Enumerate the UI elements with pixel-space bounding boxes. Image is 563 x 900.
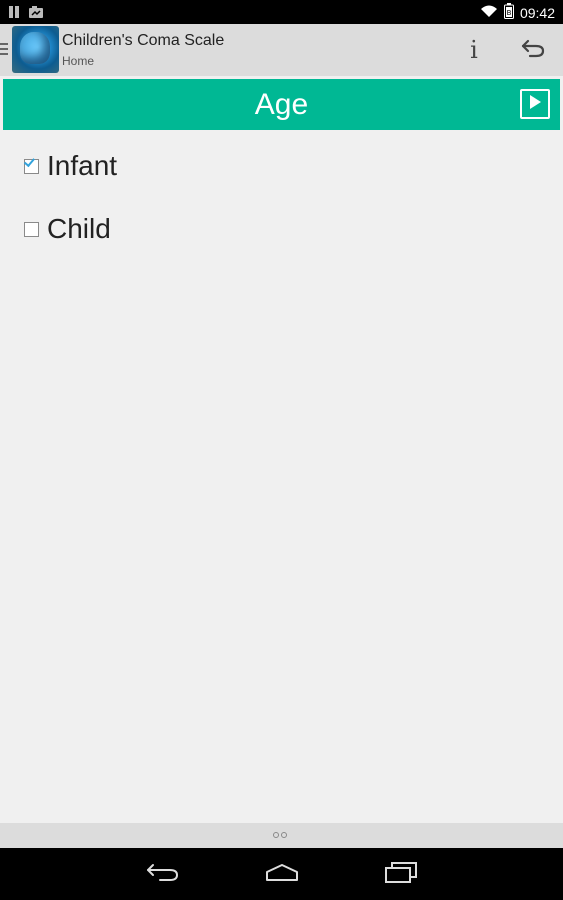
wifi-icon	[480, 4, 498, 21]
recents-icon	[384, 861, 418, 887]
status-bar: B 09:42	[0, 0, 563, 24]
back-button[interactable]	[145, 860, 181, 888]
home-button[interactable]	[264, 860, 300, 888]
undo-button[interactable]	[515, 34, 551, 66]
option-label: Child	[47, 213, 111, 244]
content-area: Age Infant Child	[0, 76, 563, 823]
navigation-bar	[0, 848, 563, 900]
play-icon	[528, 94, 542, 114]
page-dot[interactable]	[281, 832, 287, 838]
app-icon[interactable]	[12, 26, 59, 73]
app-subtitle: Home	[62, 54, 95, 68]
notification-icon	[8, 4, 20, 23]
child-checkbox[interactable]	[24, 221, 39, 237]
undo-icon	[520, 38, 546, 62]
option-child[interactable]: Child	[24, 213, 111, 245]
info-button[interactable]: i	[458, 32, 490, 68]
battery-icon: B	[503, 3, 514, 22]
menu-icon[interactable]	[0, 40, 10, 58]
infant-checkbox[interactable]	[24, 158, 39, 174]
option-label: Infant	[47, 150, 118, 181]
page-indicator	[273, 832, 287, 838]
section-header: Age	[3, 79, 560, 130]
footer	[0, 823, 563, 848]
next-button[interactable]	[520, 89, 550, 119]
recents-button[interactable]	[383, 860, 419, 888]
page-dot[interactable]	[273, 832, 279, 838]
photo-notification-icon	[28, 4, 44, 23]
app-title: Children's Coma Scale	[62, 32, 225, 49]
option-infant[interactable]: Infant	[24, 150, 117, 182]
home-icon	[264, 862, 300, 886]
section-title: Age	[254, 88, 309, 121]
back-icon	[146, 862, 180, 886]
status-time: 09:42	[519, 4, 555, 21]
svg-text:B: B	[507, 9, 512, 17]
action-bar: Children's Coma Scale Home i	[0, 24, 563, 76]
info-icon: i	[470, 36, 478, 64]
